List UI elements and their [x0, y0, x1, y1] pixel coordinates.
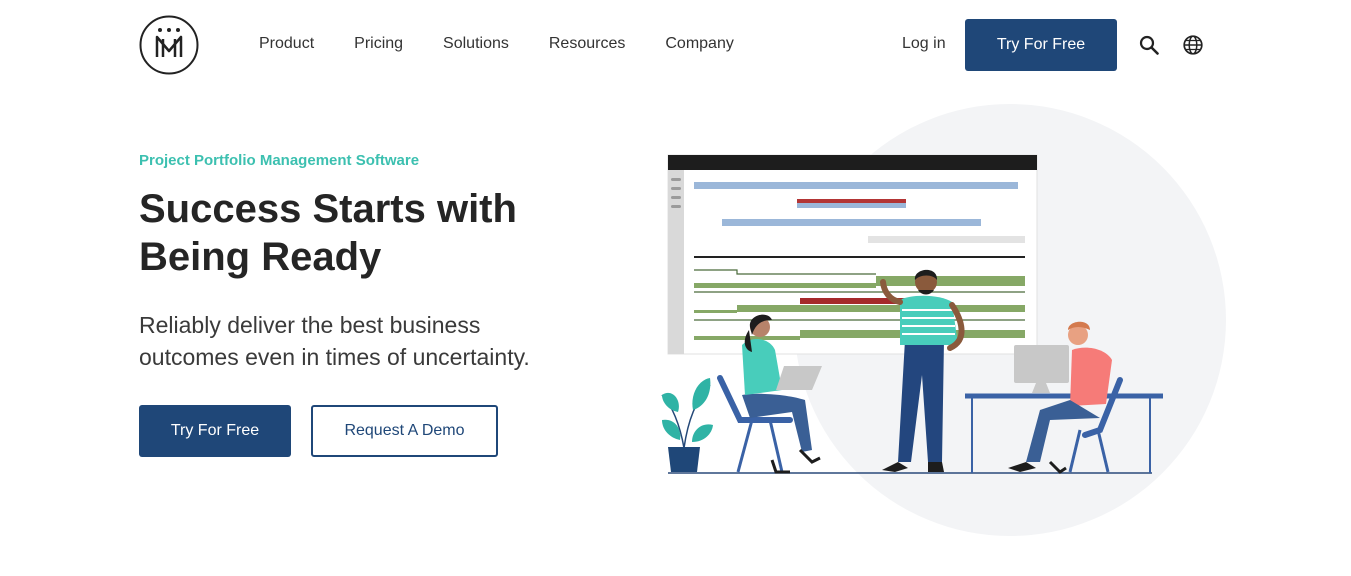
nav-item-product[interactable]: Product: [259, 34, 314, 54]
nav-item-company[interactable]: Company: [665, 34, 733, 54]
nav-item-solutions[interactable]: Solutions: [443, 34, 509, 54]
gantt-screen: [667, 154, 1038, 355]
login-link[interactable]: Log in: [902, 34, 946, 54]
hero-subtext: Reliably deliver the best business outco…: [139, 312, 530, 370]
globe-icon[interactable]: [1183, 35, 1203, 55]
logo-icon[interactable]: [139, 15, 199, 75]
hero-headline: Success Starts with Being Ready: [139, 187, 517, 279]
request-demo-button[interactable]: Request A Demo: [311, 405, 498, 457]
hero-illustration: [661, 104, 1226, 536]
header-try-free-button[interactable]: Try For Free: [965, 19, 1117, 71]
nav-item-pricing[interactable]: Pricing: [354, 34, 403, 54]
nav-item-resources[interactable]: Resources: [549, 34, 625, 54]
plant: [661, 378, 713, 472]
site-header: Product Pricing Solutions Resources Comp…: [0, 0, 1351, 90]
main-nav: Product Pricing Solutions Resources Comp…: [259, 34, 774, 54]
search-icon[interactable]: [1139, 35, 1159, 55]
hero-try-free-button[interactable]: Try For Free: [139, 405, 291, 457]
hero-eyebrow: Project Portfolio Management Software: [139, 152, 420, 169]
